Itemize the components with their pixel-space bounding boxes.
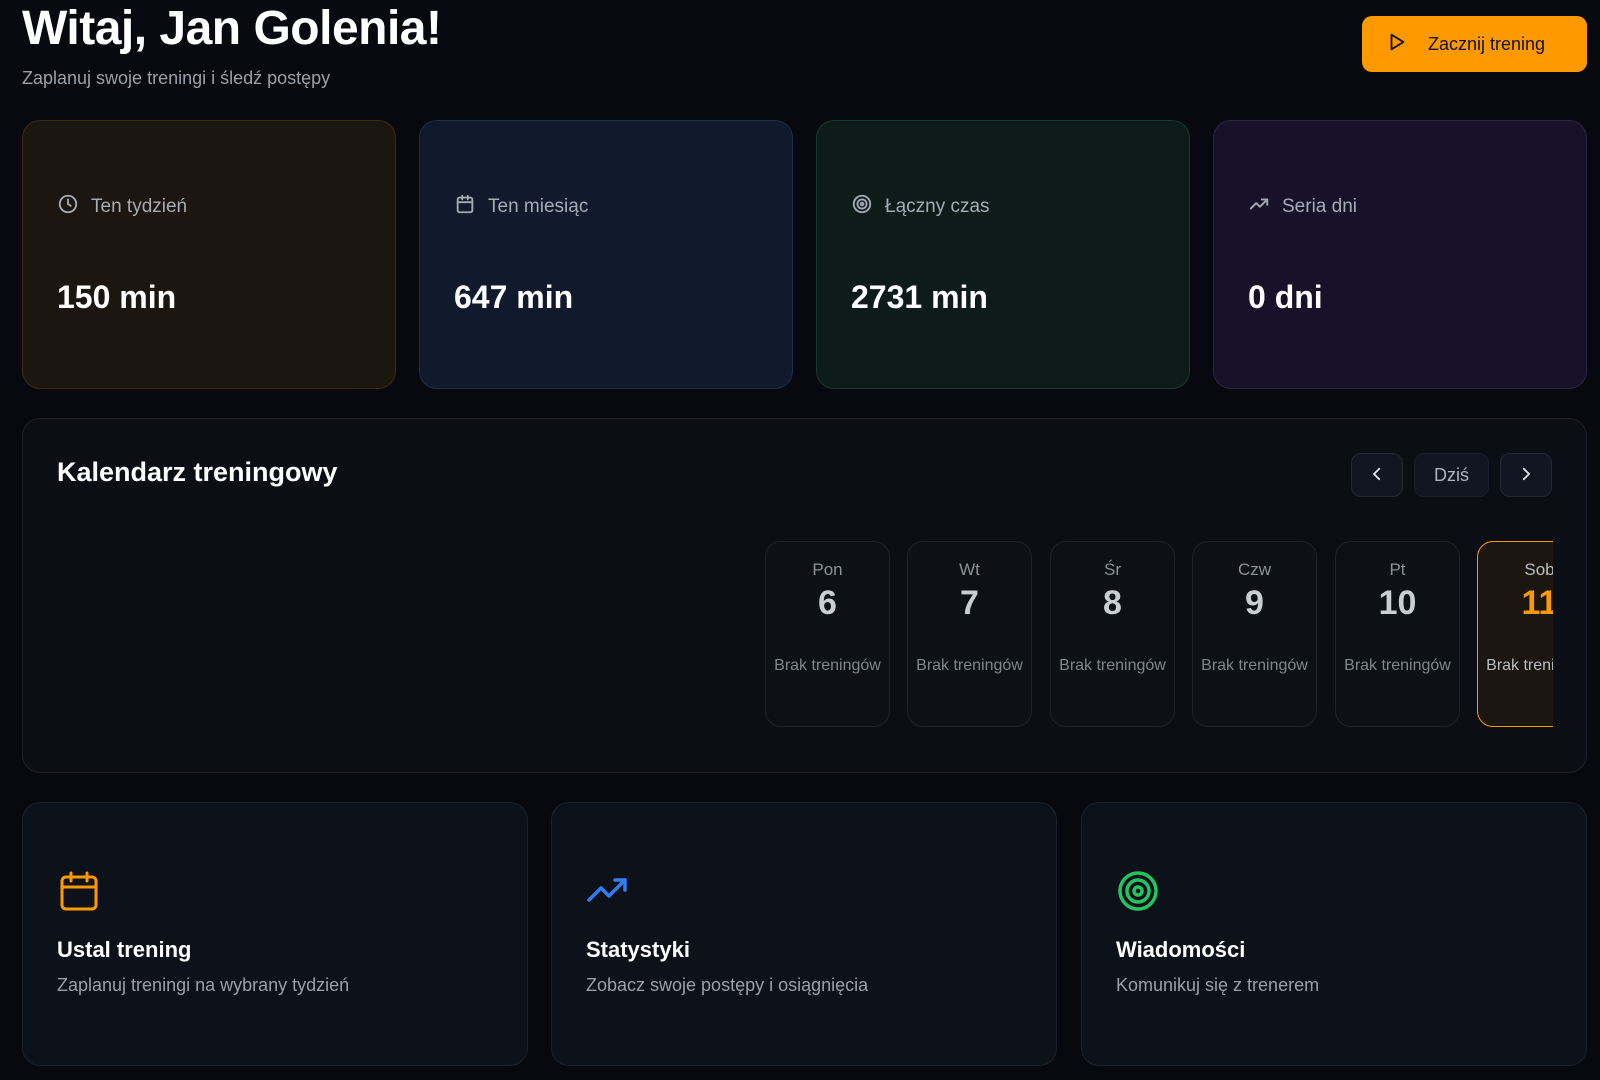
- start-training-label: Zacznij trening: [1428, 33, 1546, 54]
- card-description: Komunikuj się z trenerem: [1116, 975, 1320, 995]
- chevron-right-icon: [1517, 465, 1535, 486]
- page-title: Witaj, Jan Golenia!: [22, 2, 442, 55]
- day-name: Śr: [1104, 560, 1121, 579]
- dashboard: Witaj, Jan Golenia! Zaplanuj swoje treni…: [0, 0, 1600, 1080]
- start-training-button[interactable]: Zacznij trening: [1362, 16, 1587, 72]
- page-subtitle: Zaplanuj swoje treningi i śledź postępy: [22, 68, 331, 88]
- card-title: Statystyki: [586, 937, 690, 962]
- stat-card-total: Łączny czas 2731 min: [816, 120, 1190, 389]
- chevron-left-icon: [1368, 465, 1386, 486]
- target-icon: [851, 193, 873, 221]
- card-description: Zaplanuj treningi na wybrany tydzień: [57, 975, 350, 995]
- card-title: Wiadomości: [1116, 937, 1246, 962]
- calendar-icon: [454, 193, 476, 221]
- calendar-day[interactable]: Śr 8 Brak treningów: [1050, 541, 1175, 727]
- today-button[interactable]: Dziś: [1414, 453, 1489, 497]
- trending-up-icon: [1248, 193, 1270, 221]
- calendar-title: Kalendarz treningowy: [57, 457, 338, 487]
- stat-card-week: Ten tydzień 150 min: [22, 120, 396, 389]
- calendar-day[interactable]: Pon 6 Brak treningów: [765, 541, 890, 727]
- stat-value: 0 dni: [1248, 279, 1323, 315]
- schedule-training-card[interactable]: Ustal trening Zaplanuj treningi na wybra…: [22, 802, 528, 1066]
- stat-label: Łączny czas: [885, 196, 990, 217]
- stat-card-month: Ten miesiąc 647 min: [419, 120, 793, 389]
- card-title: Ustal trening: [57, 937, 192, 962]
- calendar-day[interactable]: Pt 10 Brak treningów: [1335, 541, 1460, 727]
- day-number: 7: [960, 584, 979, 622]
- day-name: Czw: [1237, 560, 1272, 579]
- statistics-card[interactable]: Statystyki Zobacz swoje postępy i osiągn…: [551, 802, 1057, 1066]
- calendar-day[interactable]: Wt 7 Brak treningów: [907, 541, 1032, 727]
- training-calendar: Kalendarz treningowy Dziś Pon 6 Brak tre…: [22, 418, 1587, 773]
- stat-value: 2731 min: [851, 279, 988, 315]
- day-status: Brak treningów: [916, 657, 1023, 674]
- day-name: Sob: [1524, 560, 1553, 579]
- previous-week-button[interactable]: [1351, 453, 1403, 497]
- day-number: 8: [1103, 584, 1122, 622]
- trending-up-icon: [586, 869, 630, 913]
- day-status: Brak treningów: [1486, 657, 1553, 674]
- calendar-icon: [57, 869, 101, 913]
- day-status: Brak treningów: [1059, 657, 1166, 674]
- target-icon: [1116, 869, 1160, 913]
- day-number: 11: [1521, 584, 1553, 622]
- stat-label: Ten miesiąc: [488, 196, 589, 217]
- stat-card-streak: Seria dni 0 dni: [1213, 120, 1587, 389]
- card-description: Zobacz swoje postępy i osiągnięcia: [586, 975, 869, 995]
- day-number: 6: [818, 584, 837, 622]
- calendar-day-today[interactable]: Sob 11 Brak treningów: [1477, 541, 1553, 727]
- stat-label: Ten tydzień: [91, 196, 188, 217]
- day-name: Wt: [959, 560, 980, 579]
- stat-value: 647 min: [454, 279, 574, 315]
- day-number: 10: [1378, 584, 1417, 622]
- day-status: Brak treningów: [774, 657, 881, 674]
- day-number: 9: [1245, 584, 1264, 622]
- day-name: Pt: [1389, 560, 1406, 579]
- day-status: Brak treningów: [1201, 657, 1308, 674]
- stat-label: Seria dni: [1282, 196, 1357, 217]
- calendar-days: Pon 6 Brak treningów Wt 7 Brak treningów…: [741, 541, 1553, 733]
- play-icon: [1386, 31, 1408, 58]
- stat-value: 150 min: [57, 279, 177, 315]
- next-week-button[interactable]: [1500, 453, 1552, 497]
- calendar-day[interactable]: Czw 9 Brak treningów: [1192, 541, 1317, 727]
- messages-card[interactable]: Wiadomości Komunikuj się z trenerem: [1081, 802, 1587, 1066]
- day-status: Brak treningów: [1344, 657, 1451, 674]
- clock-icon: [57, 193, 79, 221]
- day-name: Pon: [812, 560, 843, 579]
